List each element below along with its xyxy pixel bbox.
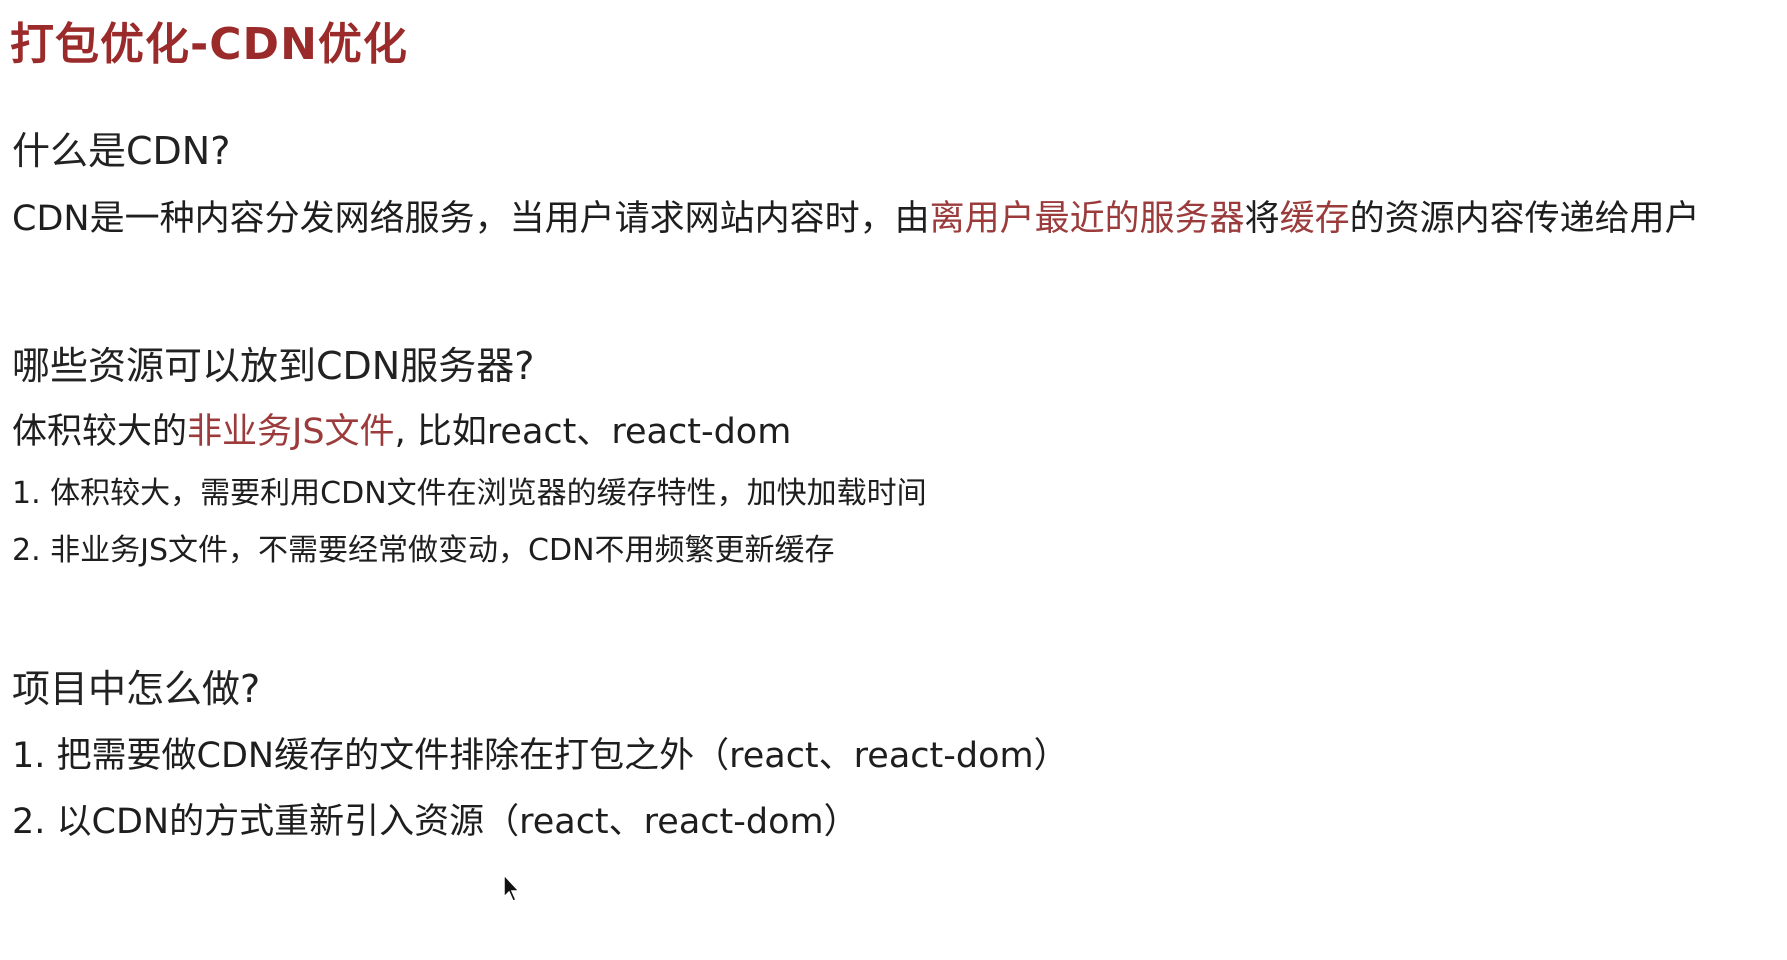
resources-point-2: 2. 非业务JS文件，不需要经常做变动，CDN不用频繁更新缓存 <box>12 533 835 568</box>
intro-highlight-non-business-js: 非业务JS文件 <box>187 412 395 452</box>
slide: 打包优化-CDN优化 什么是CDN? CDN是一种内容分发网络服务，当用户请求网… <box>0 0 1787 960</box>
cdn-definition: CDN是一种内容分发网络服务，当用户请求网站内容时，由离用户最近的服务器将缓存的… <box>12 190 1700 241</box>
question-which-resources: 哪些资源可以放到CDN服务器? <box>12 344 535 388</box>
project-step-1: 1. 把需要做CDN缓存的文件排除在打包之外（react、react-dom） <box>12 736 1069 776</box>
intro-text-2: , 比如react、react-dom <box>394 412 792 452</box>
resources-intro: 体积较大的非业务JS文件, 比如react、react-dom <box>12 403 791 454</box>
definition-text-1: CDN是一种内容分发网络服务，当用户请求网站内容时，由 <box>12 199 930 239</box>
definition-highlight-cache: 缓存 <box>1279 199 1350 239</box>
page-title: 打包优化-CDN优化 <box>10 19 408 70</box>
definition-highlight-nearest-server: 离用户最近的服务器 <box>929 199 1245 239</box>
intro-text-1: 体积较大的 <box>12 412 188 452</box>
definition-text-3: 的资源内容传递给用户 <box>1349 199 1700 239</box>
project-step-2: 2. 以CDN的方式重新引入资源（react、react-dom） <box>12 802 859 842</box>
mouse-pointer-icon <box>502 873 524 905</box>
definition-text-2: 将 <box>1244 199 1280 239</box>
resources-point-1: 1. 体积较大，需要利用CDN文件在浏览器的缓存特性，加快加载时间 <box>12 476 927 511</box>
question-how-in-project: 项目中怎么做? <box>12 667 261 711</box>
question-what-is-cdn: 什么是CDN? <box>12 129 231 173</box>
